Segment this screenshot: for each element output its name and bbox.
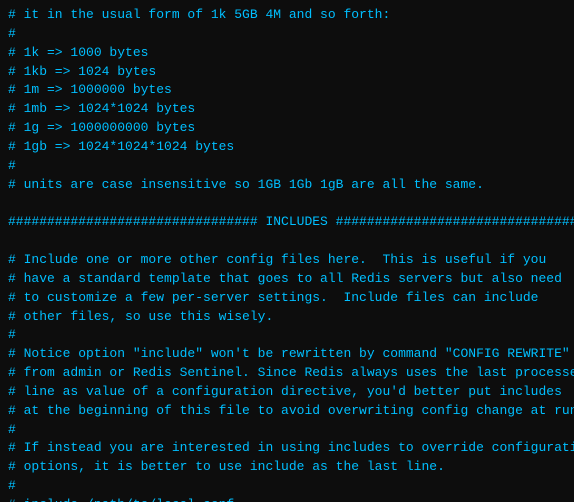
terminal-line: # 1m => 1000000 bytes (8, 81, 566, 100)
terminal-line: # units are case insensitive so 1GB 1Gb … (8, 176, 566, 195)
terminal-window: # it in the usual form of 1k 5GB 4M and … (0, 0, 574, 502)
terminal-line: # 1kb => 1024 bytes (8, 63, 566, 82)
terminal-line (8, 232, 566, 251)
terminal-line: # to customize a few per-server settings… (8, 289, 566, 308)
terminal-line: # have a standard template that goes to … (8, 270, 566, 289)
terminal-line: # include /path/to/local.conf (8, 496, 566, 502)
terminal-line: # Include one or more other config files… (8, 251, 566, 270)
terminal-line: # from admin or Redis Sentinel. Since Re… (8, 364, 566, 383)
terminal-line: # (8, 477, 566, 496)
terminal-line: # 1mb => 1024*1024 bytes (8, 100, 566, 119)
terminal-line: # 1k => 1000 bytes (8, 44, 566, 63)
terminal-line: # line as value of a configuration direc… (8, 383, 566, 402)
terminal-line (8, 194, 566, 213)
terminal-line: # 1gb => 1024*1024*1024 bytes (8, 138, 566, 157)
terminal-line: # (8, 157, 566, 176)
terminal-line: ################################ INCLUDE… (8, 213, 566, 232)
terminal-line: # Notice option "include" won't be rewri… (8, 345, 566, 364)
terminal-line: # (8, 326, 566, 345)
terminal-line: # (8, 25, 566, 44)
terminal-line: # options, it is better to use include a… (8, 458, 566, 477)
terminal-line: # at the beginning of this file to avoid… (8, 402, 566, 421)
terminal-line: # it in the usual form of 1k 5GB 4M and … (8, 6, 566, 25)
terminal-line: # 1g => 1000000000 bytes (8, 119, 566, 138)
terminal-line: # (8, 421, 566, 440)
terminal-line: # If instead you are interested in using… (8, 439, 566, 458)
terminal-line: # other files, so use this wisely. (8, 308, 566, 327)
